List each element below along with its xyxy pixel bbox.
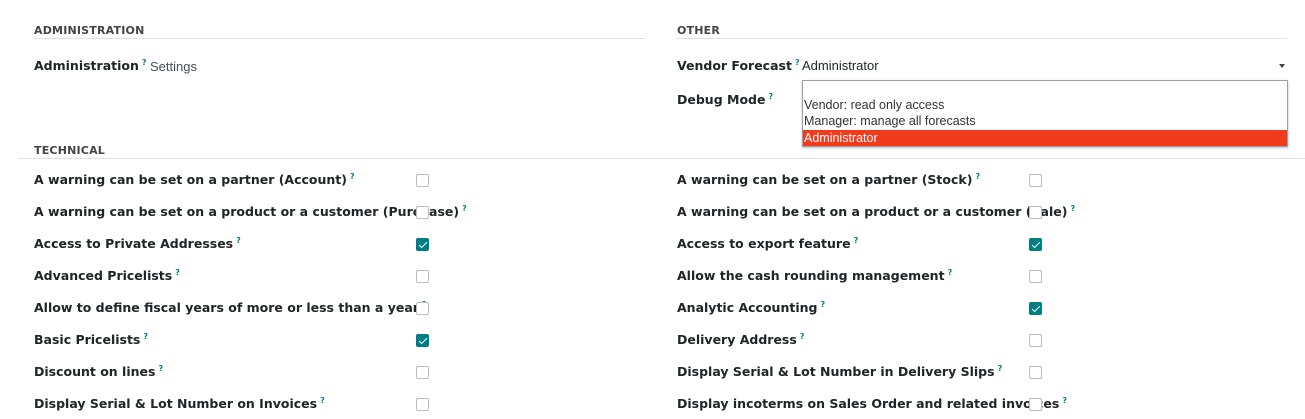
help-icon[interactable]: ? [143,332,148,341]
setting-checkbox[interactable] [416,366,429,379]
setting-checkbox[interactable] [416,398,429,411]
setting-label-text: Display Serial & Lot Number in Delivery … [677,364,995,380]
setting-label-text: A warning can be set on a partner (Stock… [677,172,973,188]
help-icon[interactable]: ? [320,396,325,405]
help-icon[interactable]: ? [236,236,241,245]
section-title-administration: ADMINISTRATION [34,24,145,37]
setting-label-text: Allow to define fiscal years of more or … [34,300,419,316]
caret-down-icon[interactable] [1279,64,1285,68]
dropdown-option[interactable]: Manager: manage all forecasts [803,113,1287,129]
setting-checkbox[interactable] [1029,238,1042,251]
debug-mode-label: Debug Mode? [677,92,773,107]
help-icon[interactable]: ? [142,58,147,67]
setting-label-text: Access to Private Addresses [34,236,234,252]
setting-checkbox[interactable] [1029,174,1042,187]
help-icon[interactable]: ? [175,268,180,277]
setting-checkbox[interactable] [1029,206,1042,219]
help-icon[interactable]: ? [1070,204,1075,213]
setting-label-text: Allow the cash rounding management [677,268,945,284]
setting-label-text: A warning can be set on a product or a c… [677,204,1068,220]
setting-label-text: Delivery Address [677,332,797,348]
help-icon[interactable]: ? [350,172,355,181]
help-icon[interactable]: ? [768,92,773,101]
setting-label: Access to export feature? [677,236,858,251]
help-icon[interactable]: ? [854,236,859,245]
help-icon[interactable]: ? [158,364,163,373]
vendor-forecast-selected-value: Administrator [802,58,879,73]
section-divider [677,38,1287,39]
setting-label: Display incoterms on Sales Order and rel… [677,396,1067,411]
setting-checkbox[interactable] [416,334,429,347]
administration-label: Administration? [34,58,147,73]
vendor-forecast-label: Vendor Forecast? [677,58,800,73]
help-icon[interactable]: ? [820,300,825,309]
setting-checkbox[interactable] [1029,366,1042,379]
setting-label-text: Advanced Pricelists [34,268,173,284]
setting-checkbox[interactable] [416,238,429,251]
setting-label-text: Display incoterms on Sales Order and rel… [677,396,1060,412]
setting-checkbox[interactable] [1029,302,1042,315]
administration-value[interactable]: Settings [150,59,197,74]
help-icon[interactable]: ? [975,172,980,181]
help-icon[interactable]: ? [800,332,805,341]
administration-label-text: Administration [34,58,139,74]
setting-label-text: Display Serial & Lot Number on Invoices [34,396,318,412]
setting-label-text: Access to export feature [677,236,851,252]
help-icon[interactable]: ? [462,204,467,213]
section-divider [34,38,645,39]
setting-label: Allow the cash rounding management? [677,268,952,283]
setting-label: Discount on lines? [34,364,163,379]
setting-label: Allow to define fiscal years of more or … [34,300,427,315]
setting-label: Access to Private Addresses? [34,236,241,251]
setting-label: A warning can be set on a partner (Stock… [677,172,980,187]
section-title-other: OTHER [677,24,721,37]
setting-label: A warning can be set on a product or a c… [34,204,467,219]
setting-checkbox[interactable] [416,206,429,219]
setting-checkbox[interactable] [1029,334,1042,347]
vendor-forecast-label-text: Vendor Forecast [677,58,792,74]
debug-mode-label-text: Debug Mode [677,92,766,108]
help-icon[interactable]: ? [1062,396,1067,405]
setting-checkbox[interactable] [1029,398,1042,411]
dropdown-option[interactable]: Vendor: read only access [803,97,1287,113]
setting-checkbox[interactable] [416,174,429,187]
vendor-forecast-dropdown[interactable]: Vendor: read only access Manager: manage… [802,80,1288,147]
vendor-forecast-select[interactable]: Administrator [802,58,1289,78]
setting-label: Display Serial & Lot Number on Invoices? [34,396,325,411]
help-icon[interactable]: ? [998,364,1003,373]
setting-label-text: Basic Pricelists [34,332,141,348]
section-title-technical: TECHNICAL [34,144,105,157]
setting-label: Delivery Address? [677,332,804,347]
setting-checkbox[interactable] [416,270,429,283]
setting-label-text: A warning can be set on a product or a c… [34,204,460,220]
setting-label-text: Discount on lines [34,364,156,380]
dropdown-option[interactable]: Administrator [803,130,1287,146]
setting-label: A warning can be set on a product or a c… [677,204,1075,219]
setting-label: A warning can be set on a partner (Accou… [34,172,355,187]
setting-label-text: A warning can be set on a partner (Accou… [34,172,347,188]
help-icon[interactable]: ? [795,58,800,67]
setting-checkbox[interactable] [1029,270,1042,283]
setting-label-text: Analytic Accounting [677,300,818,316]
setting-label: Display Serial & Lot Number in Delivery … [677,364,1002,379]
help-icon[interactable]: ? [948,268,953,277]
setting-label: Basic Pricelists? [34,332,148,347]
setting-label: Analytic Accounting? [677,300,825,315]
setting-label: Advanced Pricelists? [34,268,180,283]
section-divider [18,158,1305,159]
setting-checkbox[interactable] [416,302,429,315]
